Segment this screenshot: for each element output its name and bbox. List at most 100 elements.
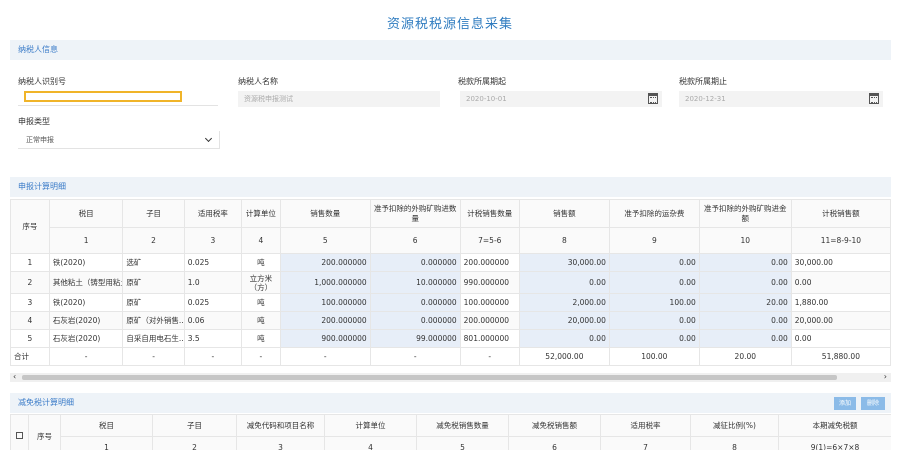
cell-qty[interactable]: 200.000000 [279,253,371,272]
cell-sales[interactable]: 2,000.00 [518,293,610,312]
cell-sub: 选矿 [122,253,185,272]
cell-rate: 0.025 [183,293,242,312]
cell-ded-qty: - [369,347,461,366]
scroll-left-icon[interactable]: ‹ [13,372,16,381]
cell-sub: 自采自用电石生... [122,329,185,348]
cell-sub: 原矿 [122,271,185,294]
report-type-value: 正常申报 [26,136,54,144]
col-code: 7=5-6 [459,227,520,254]
calc-table: 序号 税目 子目 适用税率 计算单位 销售数量 准予扣除的外购矿购进数量 计税销… [10,199,891,366]
period-start-value: 2020-10-01 [466,95,507,103]
col-header: 销售额 [518,199,610,228]
cell-ded-qty[interactable]: 0.000000 [369,311,461,330]
cell-item: 铁(2020) [48,293,124,312]
col-header: 减免税销售额 [508,414,601,437]
select-all-checkbox[interactable] [16,432,23,439]
cell-tax-qty: - [459,347,520,366]
add-button[interactable]: 添加 [834,397,856,410]
cell-freight[interactable]: 0.00 [608,253,700,272]
taxpayer-id-label: 纳税人识别号 [18,77,66,86]
period-start-field[interactable]: 2020-10-01 [460,91,662,107]
cell-tax-sales: 20,000.00 [790,311,891,330]
cell-ded-qty[interactable]: 99.000000 [369,329,461,348]
cell-unit: 吨 [240,311,281,330]
calendar-icon[interactable] [869,93,879,104]
reduce-section-header: 减免税计算明细 [10,393,891,413]
cell-tax-sales: 0.00 [790,271,891,294]
report-type-select[interactable]: 正常申报 [18,131,220,149]
table-row: 4 石灰岩(2020) 原矿（对外销售... 0.06 吨 200.000000 0.000… [10,311,891,330]
cell-ded-qty[interactable]: 0.000000 [369,293,461,312]
cell-freight[interactable]: 0.00 [608,271,700,294]
cell-tax-qty: 200.000000 [459,253,520,272]
cell-rate: 1.0 [183,271,242,294]
cell-ded-amt[interactable]: 0.00 [698,253,792,272]
cell-sales[interactable]: 0.00 [518,271,610,294]
col-header: 准予扣除的外购矿购进数量 [369,199,461,228]
cell-tax-sales: 51,880.00 [790,347,891,366]
cell-tax-qty: 200.000000 [459,311,520,330]
col-header: 计算单位 [240,199,281,228]
col-code: 9 [608,227,700,254]
cell-ded-amt[interactable]: 0.00 [698,329,792,348]
cell-qty[interactable]: 900.000000 [279,329,371,348]
col-code: 2 [122,227,185,254]
cell-freight[interactable]: 0.00 [608,329,700,348]
cell-tax-qty: 801.000000 [459,329,520,348]
period-end-label: 税款所属期止 [679,77,727,86]
cell-tax-qty: 990.000000 [459,271,520,294]
taxpayer-id-input[interactable] [24,91,182,102]
col-code: 8 [690,436,779,450]
col-code: 6 [369,227,461,254]
horizontal-scrollbar[interactable]: ‹ › [10,372,891,382]
cell-sales[interactable]: 30,000.00 [518,253,610,272]
taxpayer-name-field: 资源税申报测试 [238,91,440,107]
calc-section-header: 申报计算明细 [10,177,891,197]
cell-unit: - [240,347,281,366]
scroll-right-icon[interactable]: › [884,372,887,381]
cell-ded-qty[interactable]: 10.000000 [369,271,461,294]
cell-seq: 合计 [10,347,50,366]
delete-button[interactable]: 删除 [861,397,885,410]
reduce-table: 序号 税目 子目 减免代码和项目名称 计算单位 减免税销售数量 减免税销售额 适… [10,414,891,450]
table-row: 3 铁(2020) 原矿 0.025 吨 100.000000 0.000000 100.00… [10,293,891,312]
cell-unit: 吨 [240,293,281,312]
cell-qty: - [279,347,371,366]
period-end-field[interactable]: 2020-12-31 [679,91,883,107]
cell-ded-qty[interactable]: 0.000000 [369,253,461,272]
col-code: 5 [416,436,509,450]
col-code: 1 [48,227,124,254]
cell-ded-amt[interactable]: 20.00 [698,293,792,312]
cell-ded-amt[interactable]: 0.00 [698,311,792,330]
cell-freight[interactable]: 0.00 [608,311,700,330]
reduce-table-wrap: 序号 税目 子目 减免代码和项目名称 计算单位 减免税销售数量 减免税销售额 适… [10,414,891,450]
cell-sub: 原矿 [122,293,185,312]
col-header: 减免税销售数量 [416,414,509,437]
cell-qty[interactable]: 200.000000 [279,311,371,330]
cell-rate: - [183,347,242,366]
col-code: 8 [518,227,610,254]
cell-freight[interactable]: 100.00 [608,293,700,312]
cell-item: 铁(2020) [48,253,124,272]
cell-seq: 3 [10,293,50,312]
cell-seq: 4 [10,311,50,330]
col-header: 税目 [60,414,153,437]
cell-unit: 吨 [240,253,281,272]
col-code: 1 [60,436,153,450]
scrollbar-thumb[interactable] [22,375,837,380]
cell-unit: 吨 [240,329,281,348]
cell-unit: 立方米（方） [240,271,281,294]
cell-qty[interactable]: 100.000000 [279,293,371,312]
table-row: 5 石灰岩(2020) 自采自用电石生... 3.5 吨 900.000000 99.000… [10,329,891,348]
col-code: 4 [324,436,417,450]
calendar-icon[interactable] [648,93,658,104]
col-header: 本期减免税额 [778,414,891,437]
cell-qty[interactable]: 1,000.000000 [279,271,371,294]
col-header: 销售数量 [279,199,371,228]
col-code: 7 [600,436,691,450]
cell-ded-amt[interactable]: 0.00 [698,271,792,294]
col-code: 3 [236,436,325,450]
cell-sales[interactable]: 20,000.00 [518,311,610,330]
col-code: 6 [508,436,601,450]
cell-sales[interactable]: 0.00 [518,329,610,348]
